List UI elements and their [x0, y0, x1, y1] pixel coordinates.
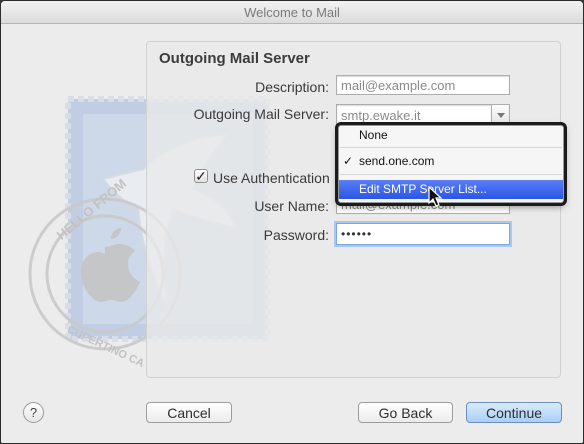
continue-button[interactable]: Continue — [466, 402, 562, 423]
use-authentication-label[interactable]: Use Authentication — [213, 170, 330, 186]
outgoing-server-combo[interactable]: smtp.ewake.it — [336, 104, 492, 126]
password-label: Password: — [263, 227, 329, 243]
menu-item-label: send.one.com — [359, 154, 435, 168]
pointer-cursor-icon — [428, 186, 443, 207]
menu-item-none[interactable]: None — [339, 126, 563, 145]
title-bar[interactable]: Welcome to Mail — [1, 1, 583, 24]
menu-separator — [340, 147, 562, 148]
use-authentication-checkbox[interactable]: ✓ — [194, 169, 208, 183]
window-title: Welcome to Mail — [244, 5, 340, 20]
outgoing-server-label: Outgoing Mail Server: — [193, 106, 329, 122]
mail-setup-window: Welcome to Mail HELLO FROM CUPERTINO CA … — [0, 0, 584, 444]
menu-item-edit-smtp-list[interactable]: Edit SMTP Server List... — [339, 180, 563, 199]
username-label: User Name: — [254, 198, 329, 214]
window-content: HELLO FROM CUPERTINO CA Outgoing Mail Se… — [1, 24, 583, 443]
checkmark-icon: ✓ — [343, 154, 354, 168]
description-field[interactable]: mail@example.com — [336, 75, 510, 95]
menu-item-label: Edit SMTP Server List... — [359, 182, 487, 196]
go-back-button[interactable]: Go Back — [358, 402, 453, 423]
menu-item-label: None — [359, 128, 388, 142]
chevron-down-icon — [497, 113, 505, 118]
menu-item-send-one-com[interactable]: ✓ send.one.com — [339, 152, 563, 171]
panel-title: Outgoing Mail Server — [159, 50, 310, 67]
checkmark-icon: ✓ — [195, 168, 207, 184]
help-icon: ? — [29, 405, 38, 420]
server-dropdown-menu: None ✓ send.one.com Edit SMTP Server Lis… — [338, 125, 564, 203]
help-button[interactable]: ? — [23, 402, 44, 423]
description-label: Description: — [255, 79, 329, 95]
password-field[interactable]: •••••• — [336, 223, 510, 245]
cancel-button[interactable]: Cancel — [146, 402, 232, 423]
menu-separator — [340, 174, 562, 175]
server-dropdown-button[interactable] — [491, 104, 510, 126]
